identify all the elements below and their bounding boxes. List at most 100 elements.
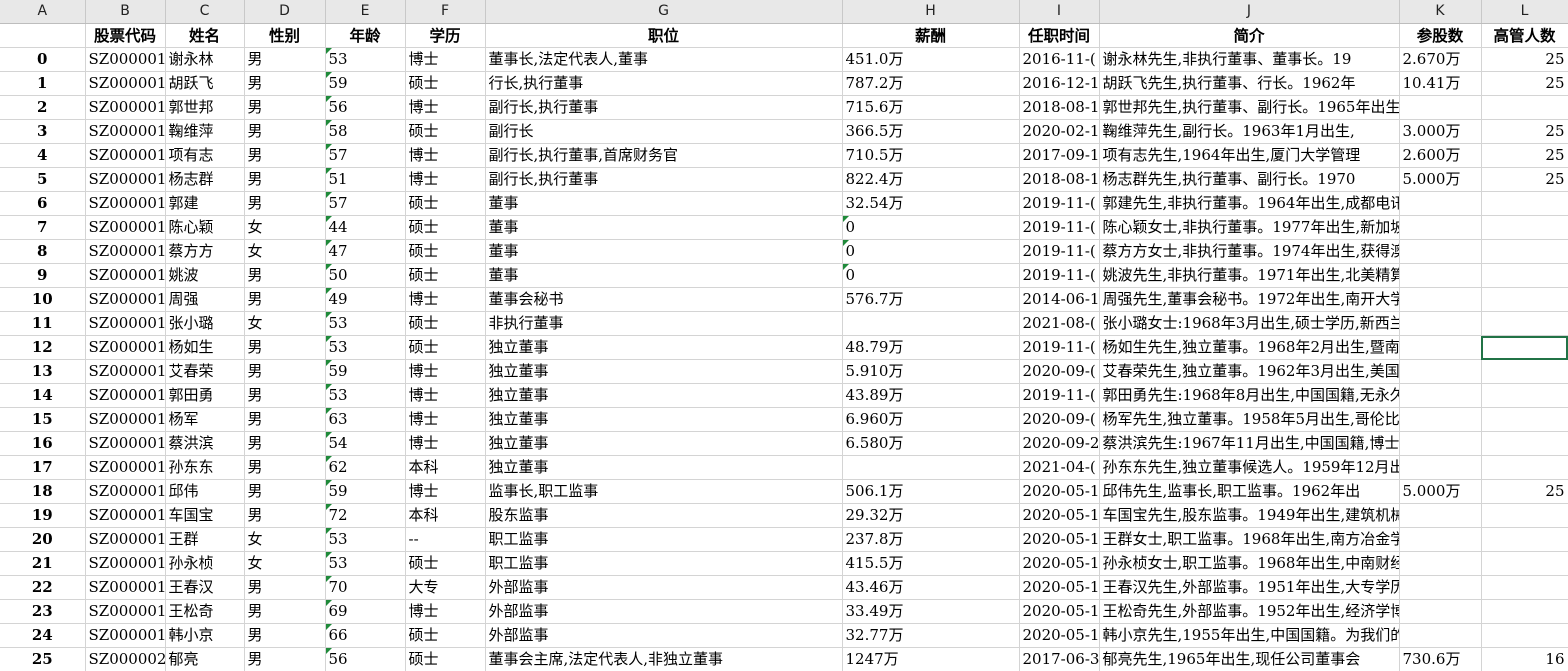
cell-education[interactable]: 大专 bbox=[405, 575, 486, 600]
cell-shares[interactable] bbox=[1399, 431, 1482, 456]
cell-salary[interactable]: 415.5万 bbox=[842, 551, 1020, 576]
header-bio[interactable]: 简介 bbox=[1099, 23, 1400, 48]
cell-age[interactable]: 58 bbox=[325, 119, 406, 144]
cell-age[interactable]: 53 bbox=[325, 311, 406, 336]
cell-stock-code[interactable]: SZ000001 bbox=[85, 455, 166, 480]
column-header-A[interactable]: A bbox=[0, 0, 86, 24]
cell-tenure-date[interactable]: 2018-08-1 bbox=[1019, 95, 1100, 120]
cell-salary[interactable]: 822.4万 bbox=[842, 167, 1020, 192]
cell-stock-code[interactable]: SZ000001 bbox=[85, 431, 166, 456]
cell-salary[interactable]: 715.6万 bbox=[842, 95, 1020, 120]
cell-exec-count[interactable] bbox=[1481, 95, 1568, 120]
cell-row-index[interactable]: 9 bbox=[0, 263, 86, 288]
header-row-index[interactable] bbox=[0, 23, 86, 48]
cell-position[interactable]: 外部监事 bbox=[485, 599, 843, 624]
cell-name[interactable]: 郭世邦 bbox=[165, 95, 245, 120]
cell-stock-code[interactable]: SZ000001 bbox=[85, 599, 166, 624]
cell-education[interactable]: 硕士 bbox=[405, 335, 486, 360]
cell-position[interactable]: 董事 bbox=[485, 263, 843, 288]
cell-tenure-date[interactable]: 2021-04-( bbox=[1019, 455, 1100, 480]
cell-tenure-date[interactable]: 2021-08-( bbox=[1019, 311, 1100, 336]
cell-education[interactable]: 博士 bbox=[405, 599, 486, 624]
cell-name[interactable]: 孙永桢 bbox=[165, 551, 245, 576]
cell-position[interactable]: 外部监事 bbox=[485, 575, 843, 600]
cell-gender[interactable]: 男 bbox=[244, 623, 326, 648]
cell-salary[interactable]: 32.77万 bbox=[842, 623, 1020, 648]
cell-gender[interactable]: 女 bbox=[244, 311, 326, 336]
cell-salary[interactable]: 43.46万 bbox=[842, 575, 1020, 600]
cell-gender[interactable]: 男 bbox=[244, 431, 326, 456]
cell-tenure-date[interactable]: 2014-06-1 bbox=[1019, 287, 1100, 312]
cell-row-index[interactable]: 8 bbox=[0, 239, 86, 264]
cell-age[interactable]: 59 bbox=[325, 359, 406, 384]
cell-row-index[interactable]: 22 bbox=[0, 575, 86, 600]
cell-salary[interactable]: 710.5万 bbox=[842, 143, 1020, 168]
cell-exec-count[interactable] bbox=[1481, 575, 1568, 600]
cell-bio[interactable]: 孙东东先生,独立董事候选人。1959年12月出生, bbox=[1099, 455, 1400, 480]
cell-stock-code[interactable]: SZ000001 bbox=[85, 71, 166, 96]
cell-tenure-date[interactable]: 2017-06-3 bbox=[1019, 647, 1100, 671]
cell-bio[interactable]: 郁亮先生,1965年出生,现任公司董事会 bbox=[1099, 647, 1400, 671]
cell-name[interactable]: 车国宝 bbox=[165, 503, 245, 528]
cell-age[interactable]: 62 bbox=[325, 455, 406, 480]
cell-gender[interactable]: 男 bbox=[244, 143, 326, 168]
cell-salary[interactable]: 43.89万 bbox=[842, 383, 1020, 408]
cell-exec-count[interactable] bbox=[1481, 599, 1568, 624]
cell-education[interactable]: 硕士 bbox=[405, 311, 486, 336]
cell-position[interactable]: 独立董事 bbox=[485, 431, 843, 456]
column-header-K[interactable]: K bbox=[1399, 0, 1482, 24]
cell-education[interactable]: 硕士 bbox=[405, 71, 486, 96]
cell-exec-count[interactable]: 25 bbox=[1481, 167, 1568, 192]
cell-name[interactable]: 姚波 bbox=[165, 263, 245, 288]
cell-bio[interactable]: 韩小京先生,1955年出生,中国国籍。为我们的独 bbox=[1099, 623, 1400, 648]
cell-row-index[interactable]: 15 bbox=[0, 407, 86, 432]
cell-bio[interactable]: 郭世邦先生,执行董事、副行长。1965年出生,北 bbox=[1099, 95, 1400, 120]
cell-bio[interactable]: 杨如生先生,独立董事。1968年2月出生,暨南大学 bbox=[1099, 335, 1400, 360]
cell-gender[interactable]: 男 bbox=[244, 191, 326, 216]
cell-row-index[interactable]: 7 bbox=[0, 215, 86, 240]
cell-salary[interactable]: 1247万 bbox=[842, 647, 1020, 671]
cell-stock-code[interactable]: SZ000001 bbox=[85, 527, 166, 552]
cell-shares[interactable]: 5.000万 bbox=[1399, 167, 1482, 192]
cell-shares[interactable] bbox=[1399, 503, 1482, 528]
cell-salary[interactable]: 506.1万 bbox=[842, 479, 1020, 504]
cell-row-index[interactable]: 24 bbox=[0, 623, 86, 648]
cell-name[interactable]: 杨军 bbox=[165, 407, 245, 432]
cell-gender[interactable]: 女 bbox=[244, 239, 326, 264]
cell-bio[interactable]: 杨志群先生,执行董事、副行长。1970 bbox=[1099, 167, 1400, 192]
header-education[interactable]: 学历 bbox=[405, 23, 486, 48]
cell-gender[interactable]: 男 bbox=[244, 647, 326, 671]
cell-name[interactable]: 孙东东 bbox=[165, 455, 245, 480]
cell-education[interactable]: 博士 bbox=[405, 47, 486, 72]
cell-stock-code[interactable]: SZ000001 bbox=[85, 407, 166, 432]
cell-tenure-date[interactable]: 2020-09-2 bbox=[1019, 431, 1100, 456]
cell-stock-code[interactable]: SZ000001 bbox=[85, 287, 166, 312]
cell-name[interactable]: 蔡方方 bbox=[165, 239, 245, 264]
cell-stock-code[interactable]: SZ000001 bbox=[85, 623, 166, 648]
cell-shares[interactable] bbox=[1399, 311, 1482, 336]
cell-gender[interactable]: 男 bbox=[244, 359, 326, 384]
header-age[interactable]: 年龄 bbox=[325, 23, 406, 48]
cell-education[interactable]: 硕士 bbox=[405, 551, 486, 576]
cell-education[interactable]: 博士 bbox=[405, 383, 486, 408]
cell-salary[interactable]: 787.2万 bbox=[842, 71, 1020, 96]
cell-age[interactable]: 47 bbox=[325, 239, 406, 264]
cell-salary[interactable]: 48.79万 bbox=[842, 335, 1020, 360]
cell-stock-code[interactable]: SZ000001 bbox=[85, 191, 166, 216]
cell-name[interactable]: 王松奇 bbox=[165, 599, 245, 624]
cell-stock-code[interactable]: SZ000001 bbox=[85, 95, 166, 120]
cell-row-index[interactable]: 25 bbox=[0, 647, 86, 671]
cell-row-index[interactable]: 17 bbox=[0, 455, 86, 480]
header-exec-count[interactable]: 高管人数 bbox=[1481, 23, 1568, 48]
cell-bio[interactable]: 王松奇先生,外部监事。1952年出生,经济学博士 bbox=[1099, 599, 1400, 624]
cell-exec-count[interactable]: 25 bbox=[1481, 47, 1568, 72]
column-header-C[interactable]: C bbox=[165, 0, 245, 24]
cell-row-index[interactable]: 14 bbox=[0, 383, 86, 408]
cell-stock-code[interactable]: SZ000001 bbox=[85, 167, 166, 192]
cell-shares[interactable]: 5.000万 bbox=[1399, 479, 1482, 504]
cell-name[interactable]: 周强 bbox=[165, 287, 245, 312]
cell-stock-code[interactable]: SZ000001 bbox=[85, 479, 166, 504]
cell-tenure-date[interactable]: 2019-11-( bbox=[1019, 263, 1100, 288]
cell-gender[interactable]: 男 bbox=[244, 599, 326, 624]
cell-education[interactable]: 硕士 bbox=[405, 263, 486, 288]
